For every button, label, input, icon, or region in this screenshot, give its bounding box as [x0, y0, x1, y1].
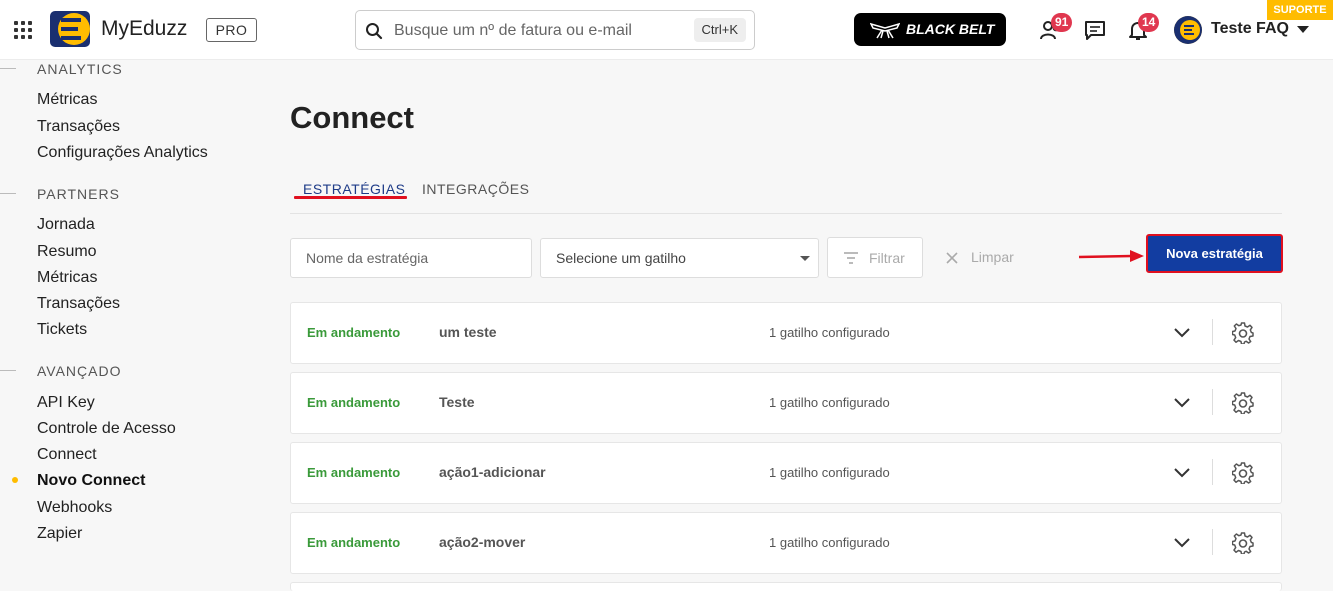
trigger-select[interactable]: Selecione um gatilho: [540, 238, 819, 278]
sidebar-item-api-key[interactable]: API Key: [37, 394, 95, 412]
card-divider: [1212, 389, 1213, 415]
filter-button[interactable]: Filtrar: [827, 237, 923, 278]
strategy-status: Em andamento: [307, 325, 401, 340]
active-tab-underline: [294, 196, 407, 199]
expand-chevron-down-icon[interactable]: [1173, 396, 1191, 408]
strategy-trigger-count: 1 gatilho configurado: [769, 325, 890, 340]
notifications-count-badge: 14: [1138, 13, 1160, 32]
card-divider: [1212, 459, 1213, 485]
black-belt-button[interactable]: BLACK BELT: [854, 13, 1006, 46]
strategy-name-field[interactable]: [290, 238, 532, 278]
tabs-divider: [290, 213, 1282, 214]
expand-chevron-down-icon[interactable]: [1173, 466, 1191, 478]
sidebar-item-partners-transacoes[interactable]: Transações: [37, 295, 120, 313]
card-divider: [1212, 319, 1213, 345]
strategy-name-input[interactable]: [291, 239, 531, 277]
strategy-status: Em andamento: [307, 535, 401, 550]
sidebar-item-metricas[interactable]: Métricas: [37, 91, 97, 109]
plan-badge: PRO: [206, 18, 257, 42]
strategy-card[interactable]: Em andamento Teste 1 gatilho configurado: [290, 372, 1282, 434]
tab-integracoes[interactable]: INTEGRAÇÕES: [422, 181, 529, 197]
page-title: Connect: [290, 100, 414, 135]
sidebar-item-transacoes[interactable]: Transações: [37, 118, 120, 136]
apps-grid-icon[interactable]: [14, 21, 32, 39]
strategy-card[interactable]: Em andamento ação1-adicionar 1 gatilho c…: [290, 442, 1282, 504]
clear-label: Limpar: [971, 249, 1014, 265]
new-strategy-button[interactable]: Nova estratégia: [1146, 234, 1283, 273]
partners-count-badge: 91: [1051, 13, 1073, 32]
sidebar-item-partners-metricas[interactable]: Métricas: [37, 269, 97, 287]
support-tab[interactable]: SUPORTE: [1267, 0, 1333, 20]
tab-estrategias[interactable]: ESTRATÉGIAS: [303, 181, 405, 197]
strategy-card[interactable]: Em andamento um teste 1 gatilho configur…: [290, 302, 1282, 364]
sidebar-item-jornada[interactable]: Jornada: [37, 216, 95, 234]
section-title-avancado: AVANÇADO: [37, 363, 122, 379]
eduzz-avatar-icon: [1174, 16, 1202, 44]
section-divider: [0, 193, 16, 194]
search-shortcut: Ctrl+K: [693, 18, 746, 42]
strategy-trigger-count: 1 gatilho configurado: [769, 535, 890, 550]
trigger-select-value: Selecione um gatilho: [556, 250, 686, 266]
annotation-arrow-icon: [1078, 250, 1144, 262]
sidebar-item-configuracoes-analytics[interactable]: Configurações Analytics: [37, 144, 208, 162]
sidebar-item-zapier[interactable]: Zapier: [37, 525, 82, 543]
sidebar-item-webhooks[interactable]: Webhooks: [37, 499, 112, 517]
gear-icon[interactable]: [1232, 532, 1254, 554]
strategy-trigger-count: 1 gatilho configurado: [769, 395, 890, 410]
search-icon: [366, 23, 383, 40]
caret-down-icon: [800, 256, 810, 261]
strategy-name: um teste: [439, 324, 497, 340]
gear-icon[interactable]: [1232, 392, 1254, 414]
black-belt-label: BLACK BELT: [906, 21, 995, 37]
strategy-trigger-count: 1 gatilho configurado: [769, 465, 890, 480]
strategy-name: ação2-mover: [439, 534, 526, 550]
card-divider: [1212, 529, 1213, 555]
strategy-name: ação1-adicionar: [439, 464, 546, 480]
gear-icon[interactable]: [1232, 322, 1254, 344]
user-menu-chevron-down-icon[interactable]: [1297, 26, 1309, 33]
strategy-status: Em andamento: [307, 465, 401, 480]
sidebar-item-resumo[interactable]: Resumo: [37, 243, 97, 261]
section-title-partners: PARTNERS: [37, 186, 120, 202]
section-divider: [0, 68, 16, 69]
brand-name: MyEduzz: [101, 17, 188, 40]
user-name[interactable]: Teste FAQ: [1211, 20, 1289, 38]
user-avatar[interactable]: [1174, 16, 1202, 44]
expand-chevron-down-icon[interactable]: [1173, 536, 1191, 548]
active-indicator-dot: [12, 477, 18, 483]
search-input[interactable]: [394, 19, 684, 43]
strategy-card[interactable]: Em andamento ação2-mover 1 gatilho confi…: [290, 512, 1282, 574]
strategy-card-partial: [290, 582, 1282, 591]
section-title-analytics: ANALYTICS: [37, 61, 123, 77]
top-bar: MyEduzz PRO Ctrl+K BLACK BELT 91 14: [0, 0, 1333, 60]
black-belt-icon: [870, 22, 900, 39]
close-icon: [946, 252, 958, 264]
strategy-status: Em andamento: [307, 395, 401, 410]
search-box[interactable]: Ctrl+K: [355, 10, 755, 50]
sidebar-item-connect[interactable]: Connect: [37, 446, 97, 464]
chat-icon[interactable]: [1083, 18, 1107, 42]
eduzz-logo-icon[interactable]: [50, 11, 90, 47]
sidebar-item-tickets[interactable]: Tickets: [37, 321, 87, 339]
filter-label: Filtrar: [869, 250, 905, 266]
section-divider: [0, 370, 16, 371]
gear-icon[interactable]: [1232, 462, 1254, 484]
strategy-name: Teste: [439, 394, 475, 410]
sidebar-item-novo-connect[interactable]: Novo Connect: [37, 472, 145, 490]
filter-icon: [844, 252, 858, 264]
sidebar-item-controle-de-acesso[interactable]: Controle de Acesso: [37, 420, 176, 438]
expand-chevron-down-icon[interactable]: [1173, 326, 1191, 338]
